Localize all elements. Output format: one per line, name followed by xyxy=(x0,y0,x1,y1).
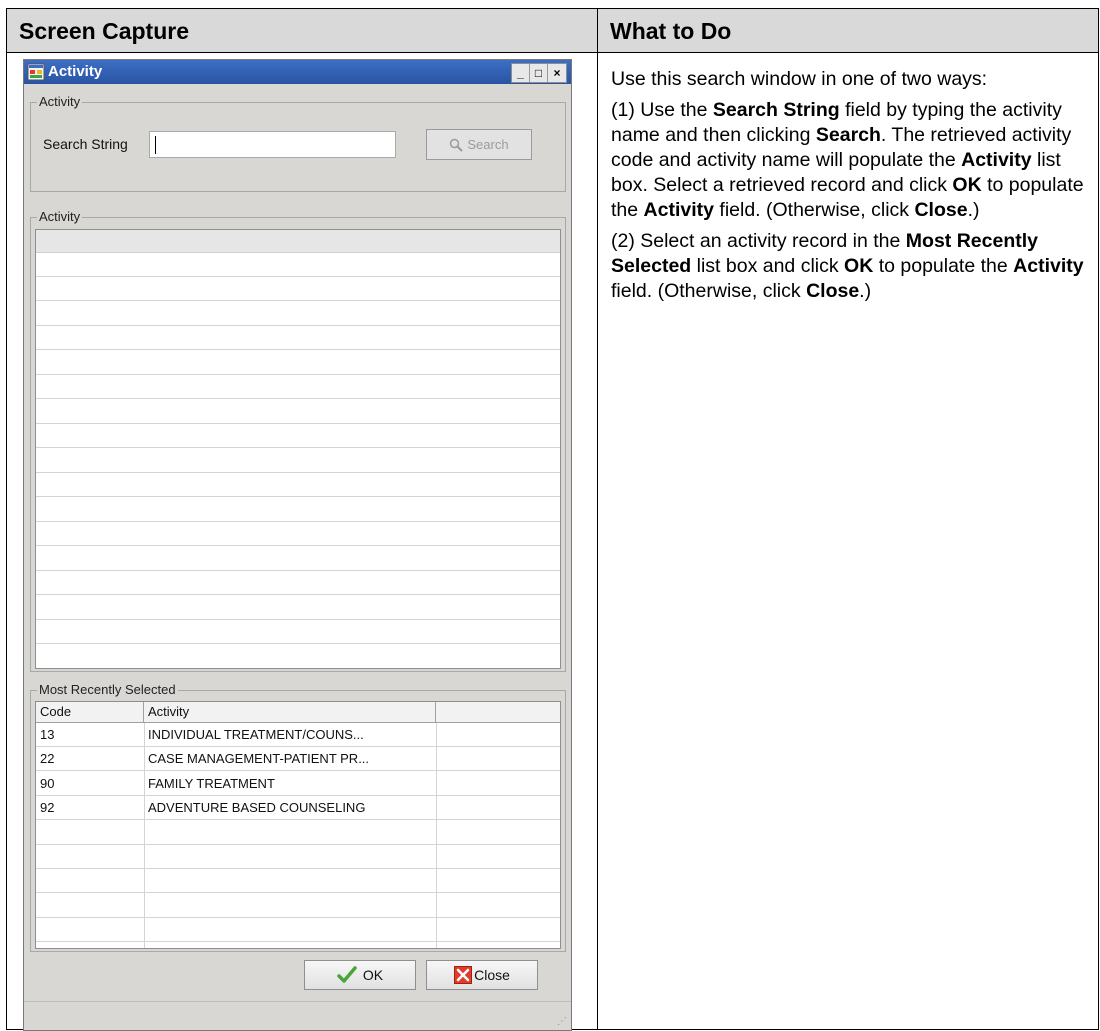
text: field. (Otherwise, click xyxy=(611,280,807,302)
instructions: Use this search window in one of two way… xyxy=(611,67,1093,310)
resize-grip-icon[interactable]: ⋰ xyxy=(557,1016,567,1027)
text-caret xyxy=(155,136,156,154)
grid-row[interactable] xyxy=(36,869,560,894)
result-row[interactable] xyxy=(36,326,560,350)
instruction-table: Screen Capture What to Do Activity _ □ ×… xyxy=(6,8,1099,1031)
recent-grid[interactable]: Code Activity 13 INDIVIDUAL TREATMENT/COU… xyxy=(35,701,561,949)
close-button-label: Close xyxy=(474,967,510,983)
search-group-legend: Activity xyxy=(37,94,83,110)
bold-term: OK xyxy=(952,174,982,196)
close-window-button[interactable]: × xyxy=(548,64,566,82)
bold-term: Search String xyxy=(712,99,840,121)
result-row[interactable] xyxy=(36,252,560,277)
cell-code: 22 xyxy=(40,751,55,767)
grid-header: Code Activity xyxy=(36,702,560,723)
result-row[interactable] xyxy=(36,277,560,301)
result-row[interactable] xyxy=(36,375,560,399)
activity-results-list[interactable] xyxy=(35,229,561,669)
result-row[interactable] xyxy=(36,546,560,571)
instruction-option-1: (1) Use the Search String field by typin… xyxy=(611,98,1093,223)
result-row[interactable] xyxy=(36,301,560,326)
activity-results-groupbox: Activity xyxy=(30,209,566,672)
text: to populate the xyxy=(873,255,1014,277)
checkmark-icon xyxy=(337,966,357,983)
cell-code: 92 xyxy=(40,800,55,816)
magnifier-icon xyxy=(450,138,464,152)
status-bar: ⋰ xyxy=(24,1001,571,1030)
recent-groupbox: Most Recently Selected Code Activity 13 I… xyxy=(30,682,566,952)
result-row[interactable] xyxy=(36,497,560,522)
result-row[interactable] xyxy=(36,571,560,595)
cell-activity: ADVENTURE BASED COUNSELING xyxy=(148,800,366,816)
text: .) xyxy=(967,199,980,221)
header-what-to-do: What to Do xyxy=(598,9,1098,53)
red-x-icon xyxy=(454,966,473,984)
cell-activity: CASE MANAGEMENT-PATIENT PR... xyxy=(148,751,370,767)
window-title: Activity xyxy=(48,63,103,80)
grid-row[interactable] xyxy=(36,918,560,943)
grid-row[interactable] xyxy=(36,894,560,918)
result-row[interactable] xyxy=(36,399,560,424)
bold-term: Close xyxy=(806,280,860,302)
result-row[interactable] xyxy=(36,473,560,497)
ok-button[interactable]: OK xyxy=(304,960,416,990)
text: field. (Otherwise, click xyxy=(713,199,915,221)
result-row[interactable] xyxy=(36,424,560,448)
window-titlebar[interactable]: Activity _ □ × xyxy=(24,60,571,84)
cell-code: 13 xyxy=(40,727,55,742)
cell-activity: INDIVIDUAL TREATMENT/COUNS... xyxy=(148,727,364,742)
maximize-button[interactable]: □ xyxy=(530,64,548,82)
result-row[interactable] xyxy=(36,350,560,375)
bold-term: Activity xyxy=(643,199,714,221)
instruction-intro: Use this search window in one of two way… xyxy=(611,68,988,90)
bold-term: OK xyxy=(844,255,874,277)
column-divider xyxy=(597,9,598,1029)
bold-term: Activity xyxy=(961,149,1032,171)
bold-term: Close xyxy=(914,199,968,221)
activity-window: Activity _ □ × Activity Search String Se… xyxy=(23,59,572,1031)
minimize-button[interactable]: _ xyxy=(512,64,530,82)
result-row[interactable] xyxy=(36,448,560,473)
app-window-icon xyxy=(27,63,45,81)
grid-row[interactable] xyxy=(36,845,560,869)
header-screen-capture: Screen Capture xyxy=(7,9,597,53)
search-button-label: Search xyxy=(467,137,509,152)
col-header-empty[interactable] xyxy=(436,702,560,722)
text: list box and click xyxy=(691,255,845,277)
search-groupbox: Activity Search String Search xyxy=(30,94,566,192)
recent-group-legend: Most Recently Selected xyxy=(37,682,178,698)
result-row[interactable] xyxy=(36,522,560,546)
result-row[interactable] xyxy=(36,644,560,668)
grid-row[interactable] xyxy=(36,821,560,845)
text: (1) Use the xyxy=(611,99,713,121)
results-header-row xyxy=(36,230,560,253)
cell-activity: FAMILY TREATMENT xyxy=(148,775,275,791)
instruction-option-2: (2) Select an activity record in the Mos… xyxy=(611,229,1093,304)
grid-row[interactable]: 13 INDIVIDUAL TREATMENT/COUNS... xyxy=(36,723,560,747)
result-row[interactable] xyxy=(36,595,560,620)
col-header-activity[interactable]: Activity xyxy=(144,702,436,722)
results-group-legend: Activity xyxy=(37,209,83,225)
grid-row[interactable]: 92 ADVENTURE BASED COUNSELING xyxy=(36,796,560,821)
ok-button-label: OK xyxy=(362,967,384,983)
close-button[interactable]: Close xyxy=(426,960,538,990)
grid-row[interactable]: 22 CASE MANAGEMENT-PATIENT PR... xyxy=(36,747,560,772)
bold-term: Activity xyxy=(1013,255,1084,277)
search-string-input[interactable] xyxy=(149,131,396,158)
text: (2) Select an activity record in the xyxy=(611,230,906,252)
search-button[interactable]: Search xyxy=(426,129,532,160)
cell-code: 90 xyxy=(40,775,55,791)
text: .) xyxy=(859,280,872,302)
search-string-label: Search String xyxy=(43,136,128,152)
result-row[interactable] xyxy=(36,620,560,644)
bold-term: Search xyxy=(815,124,881,146)
col-header-code[interactable]: Code xyxy=(36,702,144,722)
grid-row[interactable]: 90 FAMILY TREATMENT xyxy=(36,772,560,796)
window-controls: _ □ × xyxy=(511,63,567,83)
